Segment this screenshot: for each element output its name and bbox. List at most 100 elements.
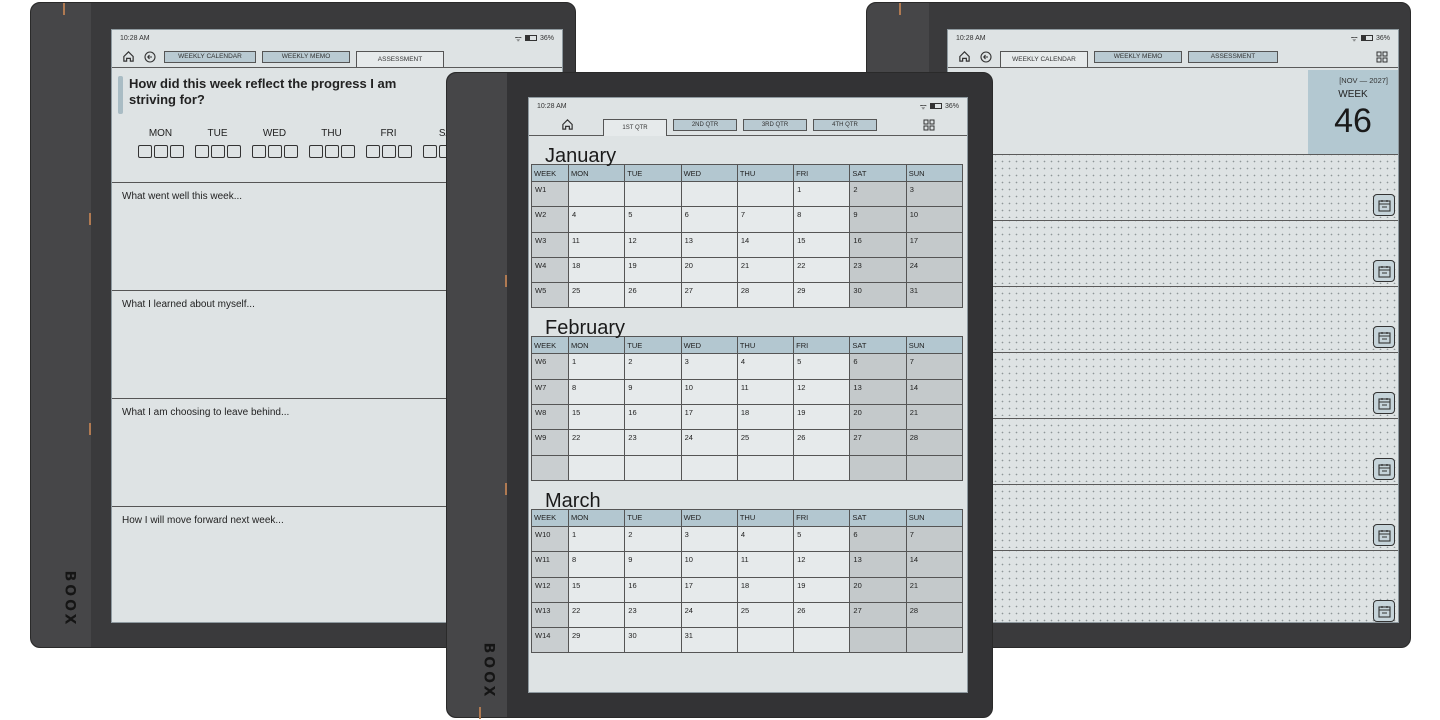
calendar-icon[interactable]	[1373, 524, 1395, 546]
day-cell[interactable]: 12	[793, 551, 851, 578]
day-cell[interactable]: 6	[680, 206, 738, 233]
day-cell[interactable]: 10	[680, 551, 738, 578]
day-cell[interactable]: 13	[680, 231, 738, 258]
checkbox[interactable]	[137, 145, 152, 158]
day-cell[interactable]: 5	[793, 353, 851, 380]
checkbox[interactable]	[324, 145, 339, 158]
day-cell[interactable]: 26	[793, 601, 851, 629]
tab-weekly-memo[interactable]: WEEKLY MEMO	[262, 50, 350, 63]
day-cell[interactable]: 15	[567, 404, 626, 431]
day-cell[interactable]: 31	[680, 627, 738, 654]
tab-weekly-calendar[interactable]: WEEKLY CALENDAR	[1000, 50, 1088, 67]
day-cell[interactable]: 25	[567, 282, 626, 309]
calendar-icon[interactable]	[1373, 392, 1395, 414]
day-cell[interactable]: 28	[905, 429, 964, 456]
day-cell[interactable]: 20	[849, 404, 907, 431]
day-cell[interactable]: 21	[905, 576, 964, 603]
checkbox[interactable]	[397, 145, 412, 158]
day-notes-area[interactable]	[948, 418, 1398, 482]
day-cell[interactable]: 8	[567, 551, 626, 578]
day-cell[interactable]: 22	[567, 429, 626, 456]
day-cell[interactable]: 9	[849, 206, 907, 233]
day-cell[interactable]: 18	[567, 256, 626, 284]
day-cell[interactable]	[567, 180, 626, 208]
day-cell[interactable]	[680, 454, 738, 481]
grid-icon[interactable]	[1374, 49, 1390, 65]
back-icon[interactable]	[142, 49, 158, 65]
day-cell[interactable]: 2	[849, 180, 907, 208]
day-cell[interactable]	[736, 454, 795, 481]
day-cell[interactable]: 30	[849, 282, 907, 309]
day-cell[interactable]: 12	[793, 378, 851, 406]
day-cell[interactable]: 11	[736, 551, 795, 578]
day-cell[interactable]: 11	[567, 231, 626, 258]
day-cell[interactable]: 9	[624, 551, 682, 578]
day-cell[interactable]: 2	[624, 353, 682, 380]
day-cell[interactable]: 27	[680, 282, 738, 309]
checkbox[interactable]	[365, 145, 380, 158]
day-cell[interactable]	[793, 627, 851, 654]
checkbox[interactable]	[153, 145, 168, 158]
day-cell[interactable]: 29	[793, 282, 851, 309]
day-cell[interactable]: 15	[793, 231, 851, 258]
day-cell[interactable]	[624, 454, 682, 481]
day-cell[interactable]: 10	[680, 378, 738, 406]
day-cell[interactable]: 10	[905, 206, 964, 233]
day-cell[interactable]: 1	[567, 525, 626, 553]
day-cell[interactable]: 21	[736, 256, 795, 284]
day-cell[interactable]: 5	[624, 206, 682, 233]
day-cell[interactable]: 24	[905, 256, 964, 284]
day-cell[interactable]: 3	[680, 525, 738, 553]
day-cell[interactable]: 23	[624, 429, 682, 456]
day-notes-area[interactable]	[948, 154, 1398, 218]
day-cell[interactable]: 17	[680, 404, 738, 431]
checkbox[interactable]	[194, 145, 209, 158]
checkbox[interactable]	[422, 145, 437, 158]
day-cell[interactable]	[849, 627, 907, 654]
day-cell[interactable]: 26	[624, 282, 682, 309]
day-cell[interactable]: 19	[793, 576, 851, 603]
day-cell[interactable]: 22	[567, 601, 626, 629]
checkbox[interactable]	[381, 145, 396, 158]
day-cell[interactable]: 2	[624, 525, 682, 553]
day-cell[interactable]: 27	[849, 601, 907, 629]
checkbox[interactable]	[210, 145, 225, 158]
day-cell[interactable]	[624, 180, 682, 208]
day-cell[interactable]	[849, 454, 907, 481]
day-cell[interactable]: 13	[849, 378, 907, 406]
day-cell[interactable]	[680, 180, 738, 208]
day-cell[interactable]: 7	[905, 525, 964, 553]
day-cell[interactable]: 20	[849, 576, 907, 603]
home-icon[interactable]	[120, 49, 136, 65]
day-cell[interactable]: 25	[736, 601, 795, 629]
day-cell[interactable]: 28	[736, 282, 795, 309]
day-cell[interactable]: 18	[736, 404, 795, 431]
day-cell[interactable]: 16	[624, 576, 682, 603]
checkbox[interactable]	[340, 145, 355, 158]
day-cell[interactable]: 11	[736, 378, 795, 406]
checkbox[interactable]	[226, 145, 241, 158]
day-cell[interactable]: 22	[793, 256, 851, 284]
home-icon[interactable]	[956, 49, 972, 65]
calendar-icon[interactable]	[1373, 326, 1395, 348]
tab-1st-qtr[interactable]: 1ST QTR	[603, 118, 667, 136]
tab-4th-qtr[interactable]: 4TH QTR	[813, 118, 877, 131]
day-cell[interactable]: 3	[905, 180, 964, 208]
day-cell[interactable]	[905, 627, 964, 654]
day-cell[interactable]: 18	[736, 576, 795, 603]
day-cell[interactable]: 4	[736, 525, 795, 553]
tab-2nd-qtr[interactable]: 2ND QTR	[673, 118, 737, 131]
day-cell[interactable]: 23	[849, 256, 907, 284]
day-cell[interactable]: 6	[849, 353, 907, 380]
day-cell[interactable]: 25	[736, 429, 795, 456]
day-notes-area[interactable]	[948, 484, 1398, 548]
day-cell[interactable]: 26	[793, 429, 851, 456]
home-icon[interactable]	[559, 117, 575, 133]
day-cell[interactable]: 16	[624, 404, 682, 431]
grid-icon[interactable]	[921, 117, 937, 133]
day-notes-area[interactable]	[948, 550, 1398, 622]
day-cell[interactable]: 12	[624, 231, 682, 258]
day-cell[interactable]: 7	[736, 206, 795, 233]
day-cell[interactable]: 31	[905, 282, 964, 309]
tab-3rd-qtr[interactable]: 3RD QTR	[743, 118, 807, 131]
